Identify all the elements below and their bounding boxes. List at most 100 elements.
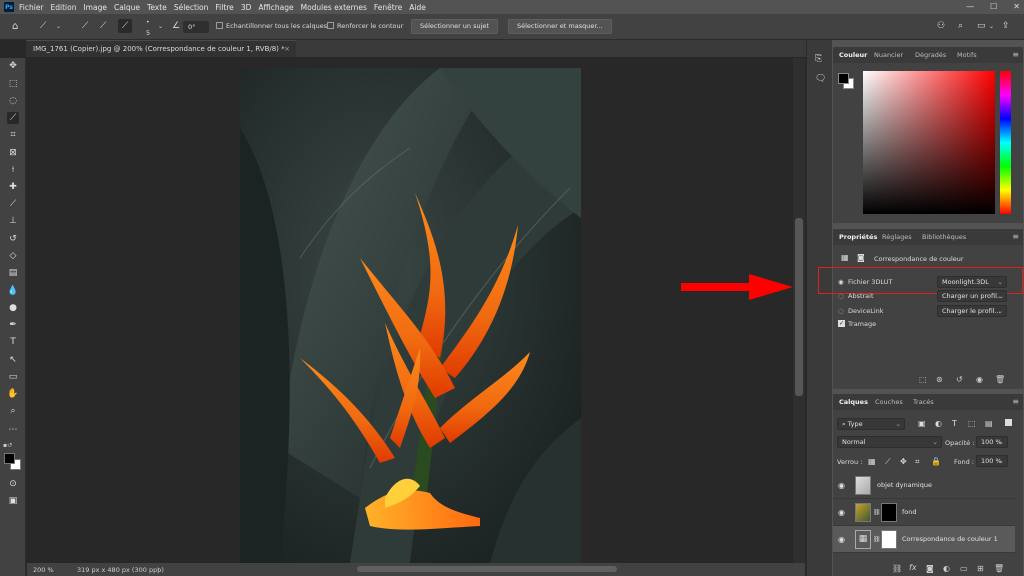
select-subject-button[interactable]: Sélectionner un sujet bbox=[411, 19, 498, 34]
visibility-icon[interactable]: ◉ bbox=[976, 375, 983, 384]
filter-type-icon[interactable]: T bbox=[952, 419, 957, 428]
fx-icon[interactable]: fx bbox=[909, 563, 917, 572]
gradient-tool-icon[interactable]: ▤ bbox=[7, 267, 19, 279]
menu-affichage[interactable]: Affichage bbox=[258, 3, 293, 12]
blend-mode-select[interactable]: Normal ⌄ bbox=[837, 436, 942, 448]
new-layer-icon[interactable]: ⊞ bbox=[977, 564, 984, 573]
type-tool-icon[interactable]: T bbox=[7, 336, 19, 348]
fill-input[interactable]: 100 % ⌄ bbox=[976, 455, 1008, 467]
adjustment-layer-icon[interactable]: ◐ bbox=[943, 564, 950, 573]
lasso-tool-icon[interactable]: ◌ bbox=[7, 95, 19, 107]
tab-couches[interactable]: Couches bbox=[875, 398, 903, 406]
layer-name[interactable]: objet dynamique bbox=[877, 481, 932, 489]
layer-name[interactable]: Correspondance de couleur 1 bbox=[902, 535, 998, 543]
sample-all-layers-checkbox[interactable]: Echantillonner tous les calques bbox=[216, 22, 327, 30]
filter-pixel-icon[interactable]: ▣ bbox=[918, 419, 926, 428]
home-icon[interactable]: ⌂ bbox=[12, 22, 18, 32]
tab-degrades[interactable]: Dégradés bbox=[915, 51, 946, 59]
chevron-down-icon[interactable]: ⌄ bbox=[158, 22, 163, 32]
eraser-tool-icon[interactable]: ◇ bbox=[7, 250, 19, 262]
share-icon[interactable]: ⚇ bbox=[937, 21, 945, 31]
zoom-level[interactable]: 200 % bbox=[33, 566, 54, 574]
rectangle-tool-icon[interactable]: ▭ bbox=[7, 371, 19, 383]
panel-menu-icon[interactable]: ≡ bbox=[1012, 397, 1019, 406]
tab-bibliotheques[interactable]: Bibliothèques bbox=[922, 233, 966, 241]
menu-calque[interactable]: Calque bbox=[114, 3, 140, 12]
chevron-down-icon[interactable]: ⌄ bbox=[989, 22, 994, 32]
lock-all-icon[interactable]: 🔒 bbox=[931, 457, 941, 466]
layer-row-selected[interactable]: ◉ ▦ ⛓ Correspondance de couleur 1 bbox=[833, 526, 1015, 553]
layer-mask-thumbnail[interactable] bbox=[881, 530, 897, 549]
menu-image[interactable]: Image bbox=[83, 3, 107, 12]
search-icon[interactable]: ⌕ bbox=[958, 21, 963, 31]
menu-texte[interactable]: Texte bbox=[147, 3, 167, 12]
angle-input[interactable]: 0° bbox=[183, 21, 209, 33]
view-previous-icon[interactable]: ⊛ bbox=[936, 375, 943, 384]
comments-panel-icon[interactable]: 🗨 bbox=[815, 74, 826, 84]
lock-transparency-icon[interactable]: ▦ bbox=[868, 457, 876, 466]
hand-tool-icon[interactable]: ✋ bbox=[7, 388, 19, 400]
pen-tool-icon[interactable]: ✒ bbox=[7, 319, 19, 331]
radio-abstrait[interactable]: ○ bbox=[838, 292, 844, 300]
menu-filtre[interactable]: Filtre bbox=[215, 3, 233, 12]
enhance-edge-checkbox[interactable]: Renforcer le contour bbox=[327, 22, 403, 30]
brush-tool-icon[interactable]: ⟋ bbox=[7, 198, 19, 210]
layer-row[interactable]: ◉ ⛓ fond bbox=[833, 499, 1015, 526]
lock-pixels-icon[interactable]: ⟋ bbox=[885, 457, 891, 467]
canvas-area[interactable] bbox=[27, 58, 793, 563]
foreground-color-swatch[interactable] bbox=[4, 453, 15, 464]
blur-tool-icon[interactable]: 💧 bbox=[7, 285, 19, 297]
new-selection-icon[interactable]: ⟋ bbox=[82, 21, 88, 31]
quick-selection-tool-icon[interactable]: ⟋ bbox=[7, 112, 19, 124]
brush-size-icon[interactable]: • bbox=[146, 18, 150, 28]
reset-icon[interactable]: ↺ bbox=[956, 375, 963, 384]
group-folder-icon[interactable]: ▭ bbox=[960, 564, 968, 573]
menu-fenetre[interactable]: Fenêtre bbox=[374, 3, 402, 12]
quick-mask-icon[interactable]: ⊙ bbox=[7, 478, 19, 490]
radio-fichier-3dlut[interactable]: ◉ bbox=[838, 278, 844, 286]
tab-proprietes[interactable]: Propriétés bbox=[839, 233, 877, 241]
horizontal-scroll-thumb[interactable] bbox=[357, 566, 617, 572]
filter-toggle[interactable] bbox=[1005, 419, 1012, 426]
screen-mode-icon[interactable]: ▣ bbox=[7, 495, 19, 507]
lock-position-icon[interactable]: ✥ bbox=[900, 457, 907, 466]
healing-brush-tool-icon[interactable]: ✚ bbox=[7, 181, 19, 193]
abstrait-select[interactable]: Charger un profil... ⌄ bbox=[937, 290, 1007, 302]
workspace-icon[interactable]: ▭ bbox=[977, 21, 986, 31]
chain-link-icon[interactable]: ⛓ bbox=[873, 509, 881, 516]
document-image[interactable] bbox=[240, 68, 581, 563]
photoshop-logo[interactable]: Ps bbox=[4, 2, 14, 12]
filter-smart-object-icon[interactable]: ▤ bbox=[985, 419, 993, 428]
clip-to-layer-icon[interactable]: ⬚ bbox=[919, 375, 927, 384]
menu-modules-externes[interactable]: Modules externes bbox=[301, 3, 367, 12]
close-window-button[interactable]: ✕ bbox=[1013, 2, 1020, 11]
layer-filter-select[interactable]: ⌕ Type ⌄ bbox=[837, 418, 905, 430]
devicelink-select[interactable]: Charger le profil... ⌄ bbox=[937, 305, 1007, 317]
menu-3d[interactable]: 3D bbox=[241, 3, 252, 12]
trash-icon[interactable]: 🗑 bbox=[995, 375, 1005, 384]
chain-link-icon[interactable]: ⛓ bbox=[873, 536, 881, 543]
default-colors-icon[interactable]: ▪↺ bbox=[3, 442, 12, 449]
tab-motifs[interactable]: Motifs bbox=[957, 51, 977, 59]
dither-checkbox[interactable]: ✓ bbox=[838, 320, 845, 327]
upload-icon[interactable]: ⇪ bbox=[1002, 21, 1010, 31]
fichier-3dlut-select[interactable]: Moonlight.3DL ⌄ bbox=[937, 276, 1007, 288]
tab-couleur[interactable]: Couleur bbox=[839, 51, 867, 59]
maximize-button[interactable]: ☐ bbox=[990, 2, 997, 11]
zoom-tool-icon[interactable]: ⌕ bbox=[7, 405, 19, 417]
panel-menu-icon[interactable]: ≡ bbox=[1012, 232, 1019, 241]
link-icon[interactable]: ⛓ bbox=[892, 564, 902, 573]
chevron-right-icon[interactable]: › bbox=[157, 565, 160, 573]
panel-menu-icon[interactable]: ≡ bbox=[1012, 50, 1019, 59]
subtract-from-selection-icon[interactable]: ⟋ bbox=[118, 19, 132, 33]
layer-name[interactable]: fond bbox=[902, 508, 917, 516]
move-tool-icon[interactable]: ✥ bbox=[7, 60, 19, 72]
dodge-tool-icon[interactable]: ● bbox=[7, 302, 19, 314]
chevron-down-icon[interactable]: ⌄ bbox=[56, 22, 61, 32]
visibility-eye-icon[interactable]: ◉ bbox=[838, 535, 845, 544]
visibility-eye-icon[interactable]: ◉ bbox=[838, 481, 845, 490]
document-dimensions[interactable]: 319 px x 480 px (300 ppp) bbox=[77, 566, 164, 574]
menu-selection[interactable]: Sélection bbox=[174, 3, 209, 12]
filter-adjustment-icon[interactable]: ◐ bbox=[935, 419, 942, 428]
menu-aide[interactable]: Aide bbox=[409, 3, 426, 12]
